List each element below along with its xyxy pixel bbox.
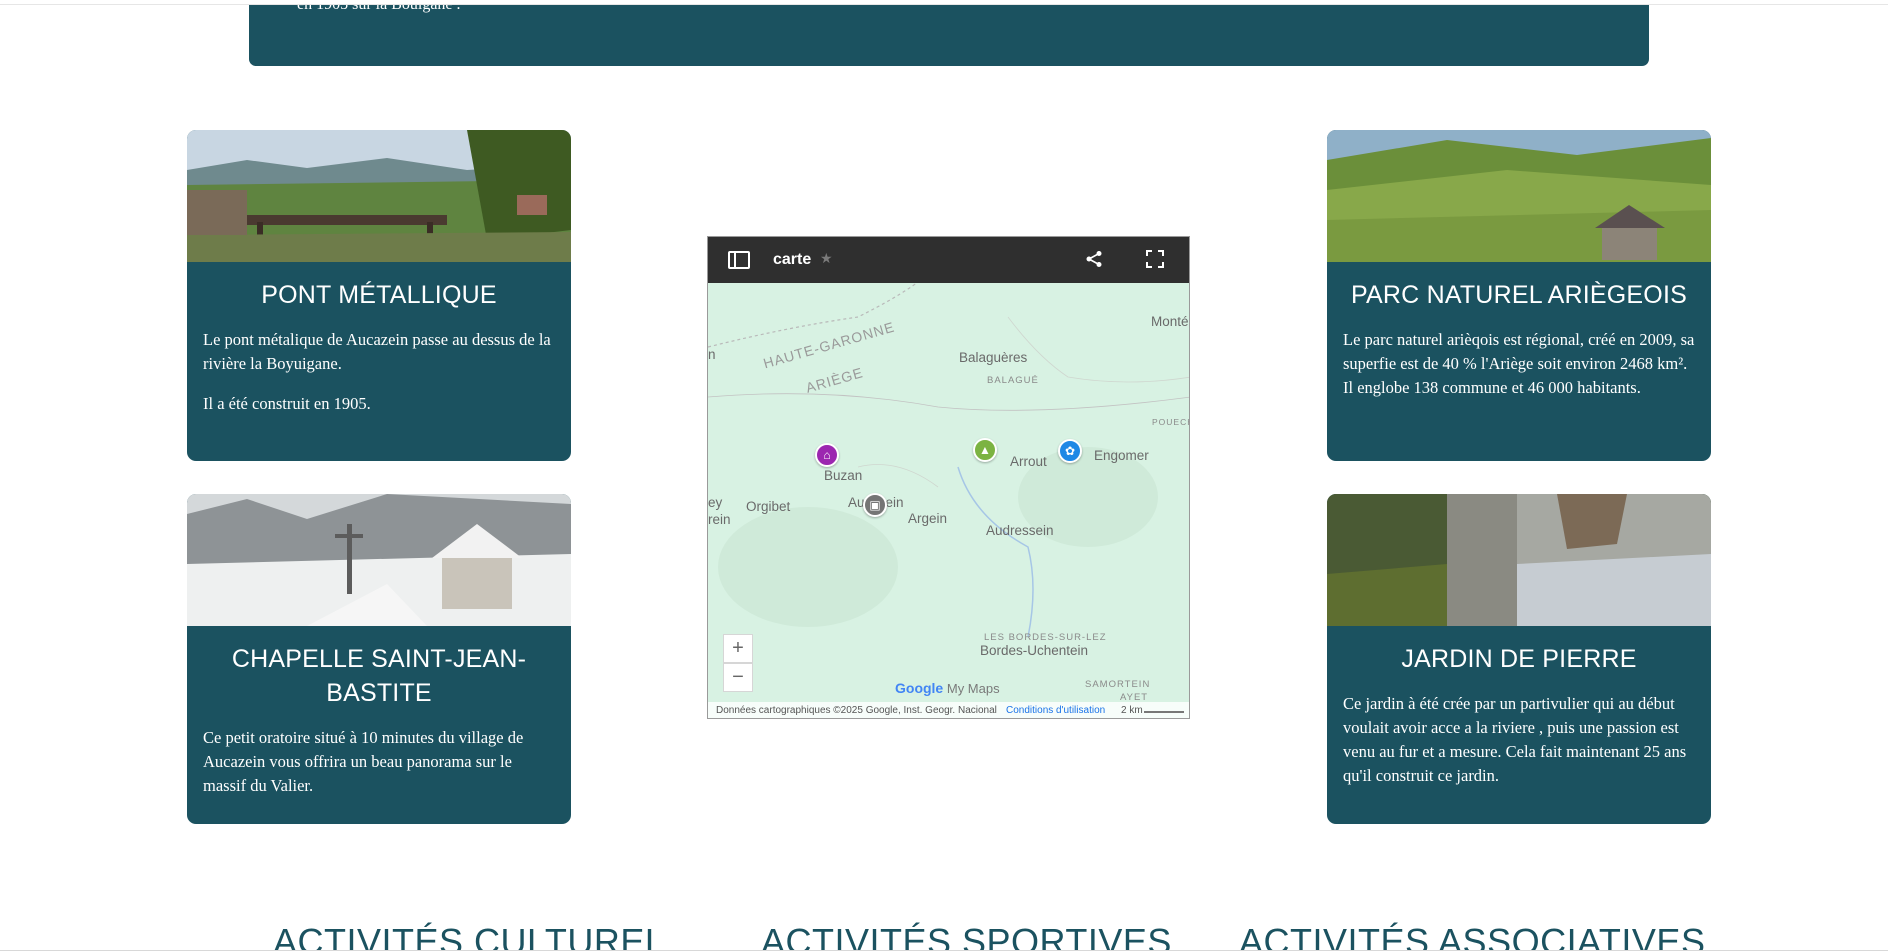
bridge-photo <box>187 130 571 262</box>
star-icon[interactable]: ★ <box>820 250 833 267</box>
card-title: CHAPELLE SAINT-JEAN-BASTITE <box>231 645 527 707</box>
scale-bar <box>1144 711 1184 713</box>
map-label: ey <box>708 495 723 510</box>
card-paragraph: Ce petit oratoire situé à 10 minutes du … <box>203 728 524 795</box>
card-title: JARDIN DE PIERRE <box>1401 645 1637 673</box>
card-paragraph: Il a été construit en 1905. <box>203 394 371 413</box>
map-label: Balaguères <box>959 350 1028 365</box>
google-my-maps-logo: Google My Maps <box>895 680 1000 696</box>
card-paragraph: Le parc naturel arièqois est régional, c… <box>1343 330 1695 397</box>
snowy-chapel-photo <box>187 494 571 626</box>
map-toolbar: carte ★ <box>708 237 1189 283</box>
map-label: Orgibet <box>746 499 791 514</box>
terms-link[interactable]: Conditions d'utilisation <box>1006 705 1105 716</box>
map-label: Audressein <box>986 523 1054 538</box>
card-paragraph: Ce jardin à été crée par un partivulier … <box>1343 694 1687 785</box>
section-heading-sportives: ACTIVITÉS SPORTIVES <box>761 921 1172 951</box>
mountain-hut-photo <box>1327 130 1711 262</box>
card-pont-metallique: PONT MÉTALLIQUE Le pont métalique de Auc… <box>187 130 571 461</box>
map-label: Engomer <box>1094 448 1149 463</box>
map-label: Monté <box>1151 314 1189 329</box>
map-label: BALAGUÉ <box>987 375 1039 386</box>
map-label: rein <box>708 512 731 527</box>
map-terrain <box>708 237 1189 718</box>
previous-section-banner: en 1905 sur la Bouigane . <box>249 5 1649 66</box>
monument-pin-icon[interactable]: ▣ <box>863 493 887 517</box>
map-label: n <box>708 347 716 362</box>
flower-pin-icon[interactable]: ✿ <box>1058 439 1082 463</box>
fullscreen-icon[interactable] <box>1146 250 1164 273</box>
map-label: Argein <box>908 511 948 526</box>
sidebar-toggle-icon[interactable] <box>728 251 750 269</box>
card-chapelle: CHAPELLE SAINT-JEAN-BASTITE Ce petit ora… <box>187 494 571 824</box>
card-parc-naturel: PARC NATUREL ARIÈGEOIS Le parc naturel a… <box>1327 130 1711 461</box>
map-label: SAMORTEIN <box>1085 679 1151 690</box>
section-heading-associatives: ACTIVITÉS ASSOCIATIVES <box>1239 921 1706 951</box>
zoom-in-button[interactable]: + <box>723 634 753 663</box>
card-title: PARC NATUREL ARIÈGEOIS <box>1351 281 1687 309</box>
card-body: Le pont métalique de Aucazein passe au d… <box>203 328 555 432</box>
map-label: POUECH <box>1152 417 1189 427</box>
stone-garden-photo <box>1327 494 1711 626</box>
map-label: Buzan <box>824 468 863 483</box>
card-jardin-de-pierre: JARDIN DE PIERRE Ce jardin à été crée pa… <box>1327 494 1711 824</box>
map-title: carte <box>773 251 812 268</box>
share-icon[interactable] <box>1085 250 1103 273</box>
card-body: Ce jardin à été crée par un partivulier … <box>1343 692 1695 804</box>
map-label: Arrout <box>1010 454 1047 469</box>
map-attribution-bar: Données cartographiques ©2025 Google, In… <box>708 702 1189 718</box>
card-body: Ce petit oratoire situé à 10 minutes du … <box>203 726 555 814</box>
card-paragraph: Le pont métalique de Aucazein passe au d… <box>203 330 551 373</box>
map-label: LES BORDES-SUR-LEZ <box>984 632 1107 643</box>
map-attribution: Données cartographiques ©2025 Google, In… <box>716 705 997 716</box>
embedded-map[interactable]: carte ★ n HAUTE-GARONNE ARIÈGE Balaguère… <box>707 236 1190 719</box>
map-label: Bordes-Uchentein <box>980 643 1089 658</box>
card-title: PONT MÉTALLIQUE <box>261 281 497 309</box>
tree-pin-icon[interactable]: ▲ <box>973 438 997 462</box>
banner-text: en 1905 sur la Bouigane . <box>297 5 461 15</box>
card-body: Le parc naturel arièqois est régional, c… <box>1343 328 1695 416</box>
home-pin-icon[interactable]: ⌂ <box>815 443 839 467</box>
zoom-out-button[interactable]: − <box>723 663 753 692</box>
map-scale: 2 km <box>1121 705 1143 716</box>
section-heading-culturel: ACTIVITÉS CULTUREL <box>273 921 666 951</box>
